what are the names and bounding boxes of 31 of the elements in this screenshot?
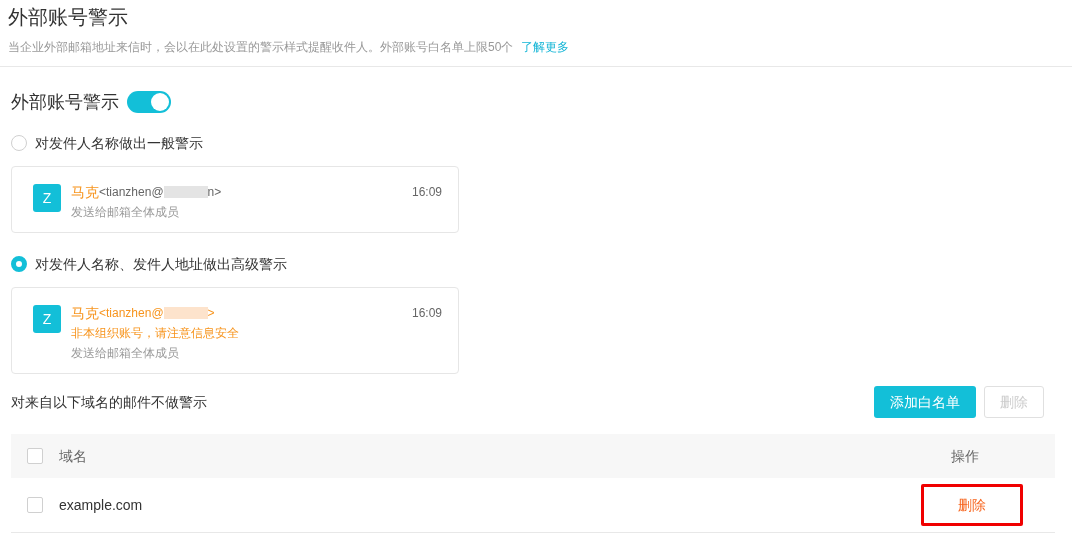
- time-text: 16:09: [411, 184, 442, 201]
- sender-name: 马克: [71, 183, 99, 202]
- address-end: n>: [207, 184, 222, 201]
- domain-cell-text: example.com: [59, 495, 144, 515]
- redaction-blur: [163, 307, 208, 319]
- recipients-text: 发送给邮箱全体成员: [71, 345, 180, 362]
- radio-label: 对发件人名称做出一般警示: [35, 134, 203, 153]
- sender-address: <tianzhen@: [99, 184, 164, 201]
- avatar: Z: [33, 305, 61, 333]
- time-text: 16:09: [411, 305, 442, 322]
- learn-more-link[interactable]: 了解更多: [521, 38, 570, 56]
- whitelist-label: 对来自以下域名的邮件不做警示: [11, 392, 208, 412]
- delete-link[interactable]: 删除: [958, 494, 986, 516]
- page-title: 外部账号警示: [8, 5, 129, 30]
- column-header: 操作: [950, 446, 980, 466]
- recipients-text: 发送给邮箱全体成员: [71, 204, 180, 221]
- toggle-switch[interactable]: [127, 91, 171, 113]
- warning-notice: 非本组织账号，请注意信息安全: [71, 325, 240, 342]
- radio-label: 对发件人名称、发件人地址做出高级警示: [35, 255, 287, 274]
- add-whitelist-button[interactable]: 添加白名单: [874, 386, 976, 418]
- avatar: Z: [33, 184, 61, 212]
- sender-address: <tianzhen@: [99, 305, 164, 322]
- description-text: 当企业外部邮箱地址来信时，会以在此处设置的警示样式提醒收件人。外部账号白名单上限50个: [8, 39, 514, 56]
- redaction-blur: [163, 186, 208, 198]
- select-all-checkbox[interactable]: [27, 448, 43, 464]
- address-end: >: [207, 305, 215, 322]
- radio-button[interactable]: [11, 256, 27, 272]
- section-title: 外部账号警示: [11, 91, 119, 114]
- row-checkbox[interactable]: [27, 497, 43, 513]
- column-header: 域名: [59, 446, 88, 466]
- sender-name: 马克: [71, 304, 99, 323]
